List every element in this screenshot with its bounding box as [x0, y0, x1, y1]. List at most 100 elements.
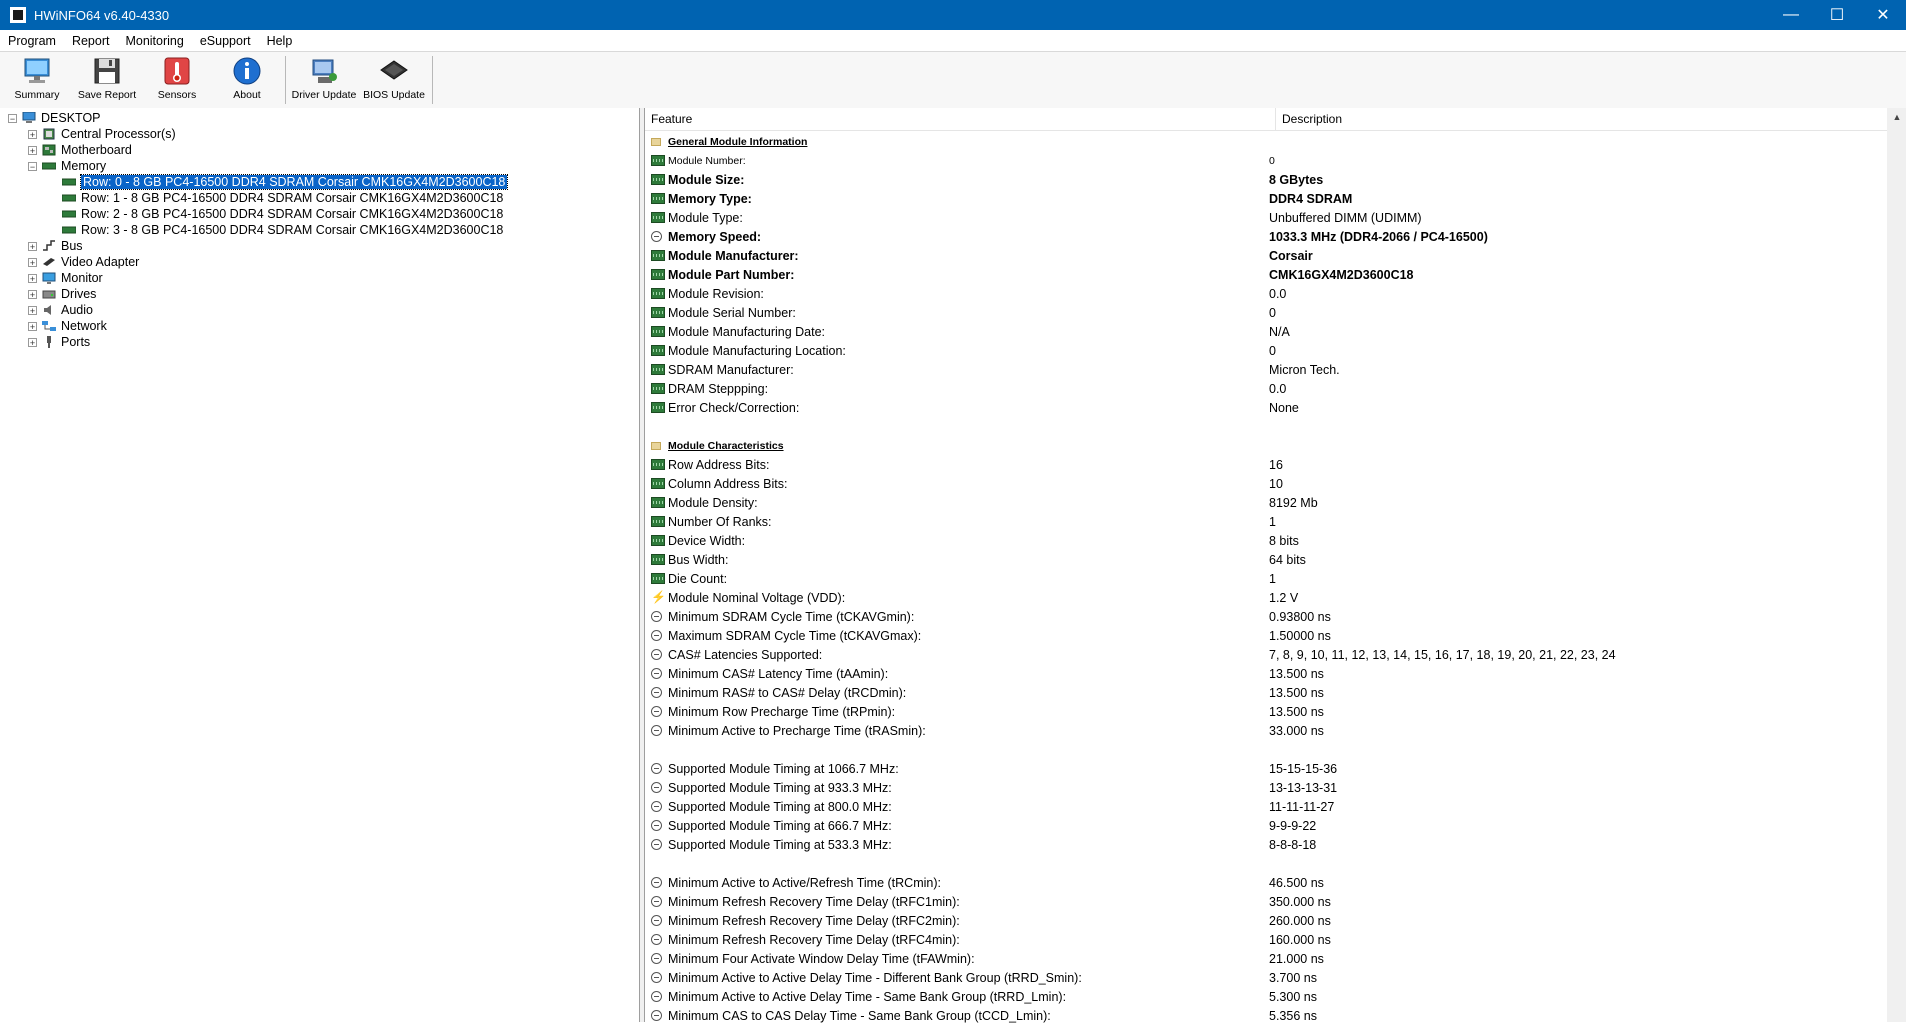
expand-icon[interactable]: + — [28, 273, 37, 283]
detail-row[interactable]: Module Manufacturing Location: 0 — [651, 341, 1616, 360]
tree-node-memory[interactable]: − Memory — [8, 158, 507, 174]
menu-help[interactable]: Help — [259, 34, 301, 48]
tree-node-memory-row-0[interactable]: Row: 0 - 8 GB PC4-16500 DDR4 SDRAM Corsa… — [8, 174, 509, 190]
description-column-header[interactable]: Description — [1276, 108, 1342, 130]
clock-icon — [651, 801, 662, 812]
expand-icon[interactable]: + — [28, 305, 37, 315]
detail-row[interactable]: Die Count: 1 — [651, 569, 1616, 588]
tree-node-monitor[interactable]: + Monitor — [8, 270, 507, 286]
feature-cell: Module Manufacturing Location: — [651, 344, 1269, 358]
detail-row[interactable]: Module Manufacturing Date: N/A — [651, 322, 1616, 341]
feature-cell: Supported Module Timing at 933.3 MHz: — [651, 781, 1269, 795]
section-header[interactable]: General Module Information — [651, 132, 1616, 151]
detail-row[interactable]: ⚡ Module Nominal Voltage (VDD): 1.2 V — [651, 588, 1616, 607]
menu-monitoring[interactable]: Monitoring — [117, 34, 191, 48]
description-cell: DDR4 SDRAM — [1269, 191, 1353, 206]
collapse-icon[interactable]: − — [28, 161, 37, 171]
detail-row[interactable]: Module Part Number: CMK16GX4M2D3600C18 — [651, 265, 1616, 284]
detail-row[interactable]: Minimum Four Activate Window Delay Time … — [651, 949, 1616, 968]
menu-report[interactable]: Report — [64, 34, 118, 48]
detail-row[interactable]: Minimum Refresh Recovery Time Delay (tRF… — [651, 930, 1616, 949]
detail-row[interactable]: DRAM Steppping: 0.0 — [651, 379, 1616, 398]
memory-chip-icon — [651, 459, 665, 470]
detail-row[interactable]: Module Revision: 0.0 — [651, 284, 1616, 303]
tree-node-drives[interactable]: + Drives — [8, 286, 507, 302]
bios-update-button[interactable]: BIOS Update — [359, 52, 429, 108]
tree-node-video-adapter[interactable]: + Video Adapter — [8, 254, 507, 270]
detail-row[interactable]: Module Type: Unbuffered DIMM (UDIMM) — [651, 208, 1616, 227]
tree-node-desktop[interactable]: − DESKTOP — [8, 110, 507, 126]
detail-row[interactable]: Bus Width: 64 bits — [651, 550, 1616, 569]
feature-label: Module Manufacturing Location: — [668, 343, 846, 358]
tree-node-motherboard[interactable]: + Motherboard — [8, 142, 507, 158]
detail-row[interactable]: Minimum Active to Active Delay Time - Di… — [651, 968, 1616, 987]
expand-icon[interactable]: + — [28, 321, 37, 331]
clock-icon — [651, 725, 662, 736]
detail-row[interactable]: Minimum CAS# Latency Time (tAAmin): 13.50… — [651, 664, 1616, 683]
detail-row[interactable]: Module Number: 0 — [651, 151, 1616, 170]
detail-row[interactable]: Supported Module Timing at 666.7 MHz: 9-9… — [651, 816, 1616, 835]
collapse-icon[interactable]: − — [8, 113, 17, 123]
detail-row[interactable]: Supported Module Timing at 1066.7 MHz: 15… — [651, 759, 1616, 778]
tree-node-cpu[interactable]: + Central Processor(s) — [8, 126, 507, 142]
tree-node-bus[interactable]: + Bus — [8, 238, 507, 254]
tree-node-memory-row-1[interactable]: Row: 1 - 8 GB PC4-16500 DDR4 SDRAM Corsa… — [8, 190, 507, 206]
detail-row[interactable]: Supported Module Timing at 533.3 MHz: 8-8… — [651, 835, 1616, 854]
detail-row[interactable]: Memory Speed: 1033.3 MHz (DDR4-2066 / PC4… — [651, 227, 1616, 246]
detail-row[interactable]: Supported Module Timing at 800.0 MHz: 11-… — [651, 797, 1616, 816]
driver-update-button[interactable]: Driver Update — [289, 52, 359, 108]
save-report-button[interactable]: Save Report — [72, 52, 142, 108]
feature-column-header[interactable]: Feature — [645, 108, 1276, 130]
detail-row[interactable]: Minimum Refresh Recovery Time Delay (tRF… — [651, 892, 1616, 911]
vertical-scrollbar[interactable]: ▲ — [1887, 108, 1906, 1022]
about-button[interactable]: About — [212, 52, 282, 108]
detail-row[interactable]: Minimum Refresh Recovery Time Delay (tRF… — [651, 911, 1616, 930]
detail-row[interactable]: Minimum Active to Precharge Time (tRASmi… — [651, 721, 1616, 740]
detail-row[interactable]: Minimum CAS to CAS Delay Time - Same Ban… — [651, 1006, 1616, 1025]
tree-node-ports[interactable]: + Ports — [8, 334, 507, 350]
maximize-button[interactable]: ☐ — [1814, 0, 1860, 30]
detail-row[interactable]: Minimum Active to Active Delay Time - Sa… — [651, 987, 1616, 1006]
detail-row[interactable]: Error Check/Correction: None — [651, 398, 1616, 417]
tree-node-memory-row-2[interactable]: Row: 2 - 8 GB PC4-16500 DDR4 SDRAM Corsa… — [8, 206, 507, 222]
detail-row[interactable]: Memory Type: DDR4 SDRAM — [651, 189, 1616, 208]
minimize-button[interactable]: — — [1768, 0, 1814, 30]
device-tree-pane[interactable]: − DESKTOP + Central Processor(s) + Mothe… — [0, 108, 640, 1022]
detail-row[interactable]: Module Density: 8192 Mb — [651, 493, 1616, 512]
expand-icon[interactable]: + — [28, 337, 37, 347]
tree-node-memory-row-3[interactable]: Row: 3 - 8 GB PC4-16500 DDR4 SDRAM Corsa… — [8, 222, 507, 238]
detail-row[interactable]: Module Manufacturer: Corsair — [651, 246, 1616, 265]
clock-icon — [651, 877, 662, 888]
detail-row[interactable]: Module Size: 8 GBytes — [651, 170, 1616, 189]
summary-button[interactable]: Summary — [2, 52, 72, 108]
detail-row[interactable]: Column Address Bits: 10 — [651, 474, 1616, 493]
detail-row[interactable]: Minimum Active to Active/Refresh Time (t… — [651, 873, 1616, 892]
detail-row[interactable]: Maximum SDRAM Cycle Time (tCKAVGmax): 1.5… — [651, 626, 1616, 645]
scroll-up-icon[interactable]: ▲ — [1887, 108, 1906, 126]
detail-row[interactable]: Number Of Ranks: 1 — [651, 512, 1616, 531]
detail-row[interactable]: Minimum Row Precharge Time (tRPmin): 13.5… — [651, 702, 1616, 721]
expand-icon[interactable]: + — [28, 257, 37, 267]
detail-row[interactable]: Minimum RAS# to CAS# Delay (tRCDmin): 13.… — [651, 683, 1616, 702]
tree-node-audio[interactable]: + Audio — [8, 302, 507, 318]
expand-icon[interactable]: + — [28, 129, 37, 139]
section-header[interactable]: Module Characteristics — [651, 436, 1616, 455]
detail-row[interactable]: Supported Module Timing at 933.3 MHz: 13-… — [651, 778, 1616, 797]
close-button[interactable]: ✕ — [1860, 0, 1906, 30]
detail-row[interactable]: Minimum SDRAM Cycle Time (tCKAVGmin): 0.9… — [651, 607, 1616, 626]
detail-row[interactable]: Module Serial Number: 0 — [651, 303, 1616, 322]
detail-row[interactable]: SDRAM Manufacturer: Micron Tech. — [651, 360, 1616, 379]
menu-program[interactable]: Program — [0, 34, 64, 48]
expand-icon[interactable]: + — [28, 241, 37, 251]
description-cell: 0 — [1269, 305, 1276, 320]
detail-row[interactable]: Device Width: 8 bits — [651, 531, 1616, 550]
menu-esupport[interactable]: eSupport — [192, 34, 259, 48]
details-pane[interactable]: Feature Description General Module Infor… — [644, 108, 1906, 1025]
expand-icon[interactable]: + — [28, 145, 37, 155]
sensors-button[interactable]: Sensors — [142, 52, 212, 108]
detail-row[interactable]: Row Address Bits: 16 — [651, 455, 1616, 474]
drive-icon — [42, 288, 56, 300]
expand-icon[interactable]: + — [28, 289, 37, 299]
tree-node-network[interactable]: + Network — [8, 318, 507, 334]
detail-row[interactable]: CAS# Latencies Supported: 7, 8, 9, 10, 11… — [651, 645, 1616, 664]
